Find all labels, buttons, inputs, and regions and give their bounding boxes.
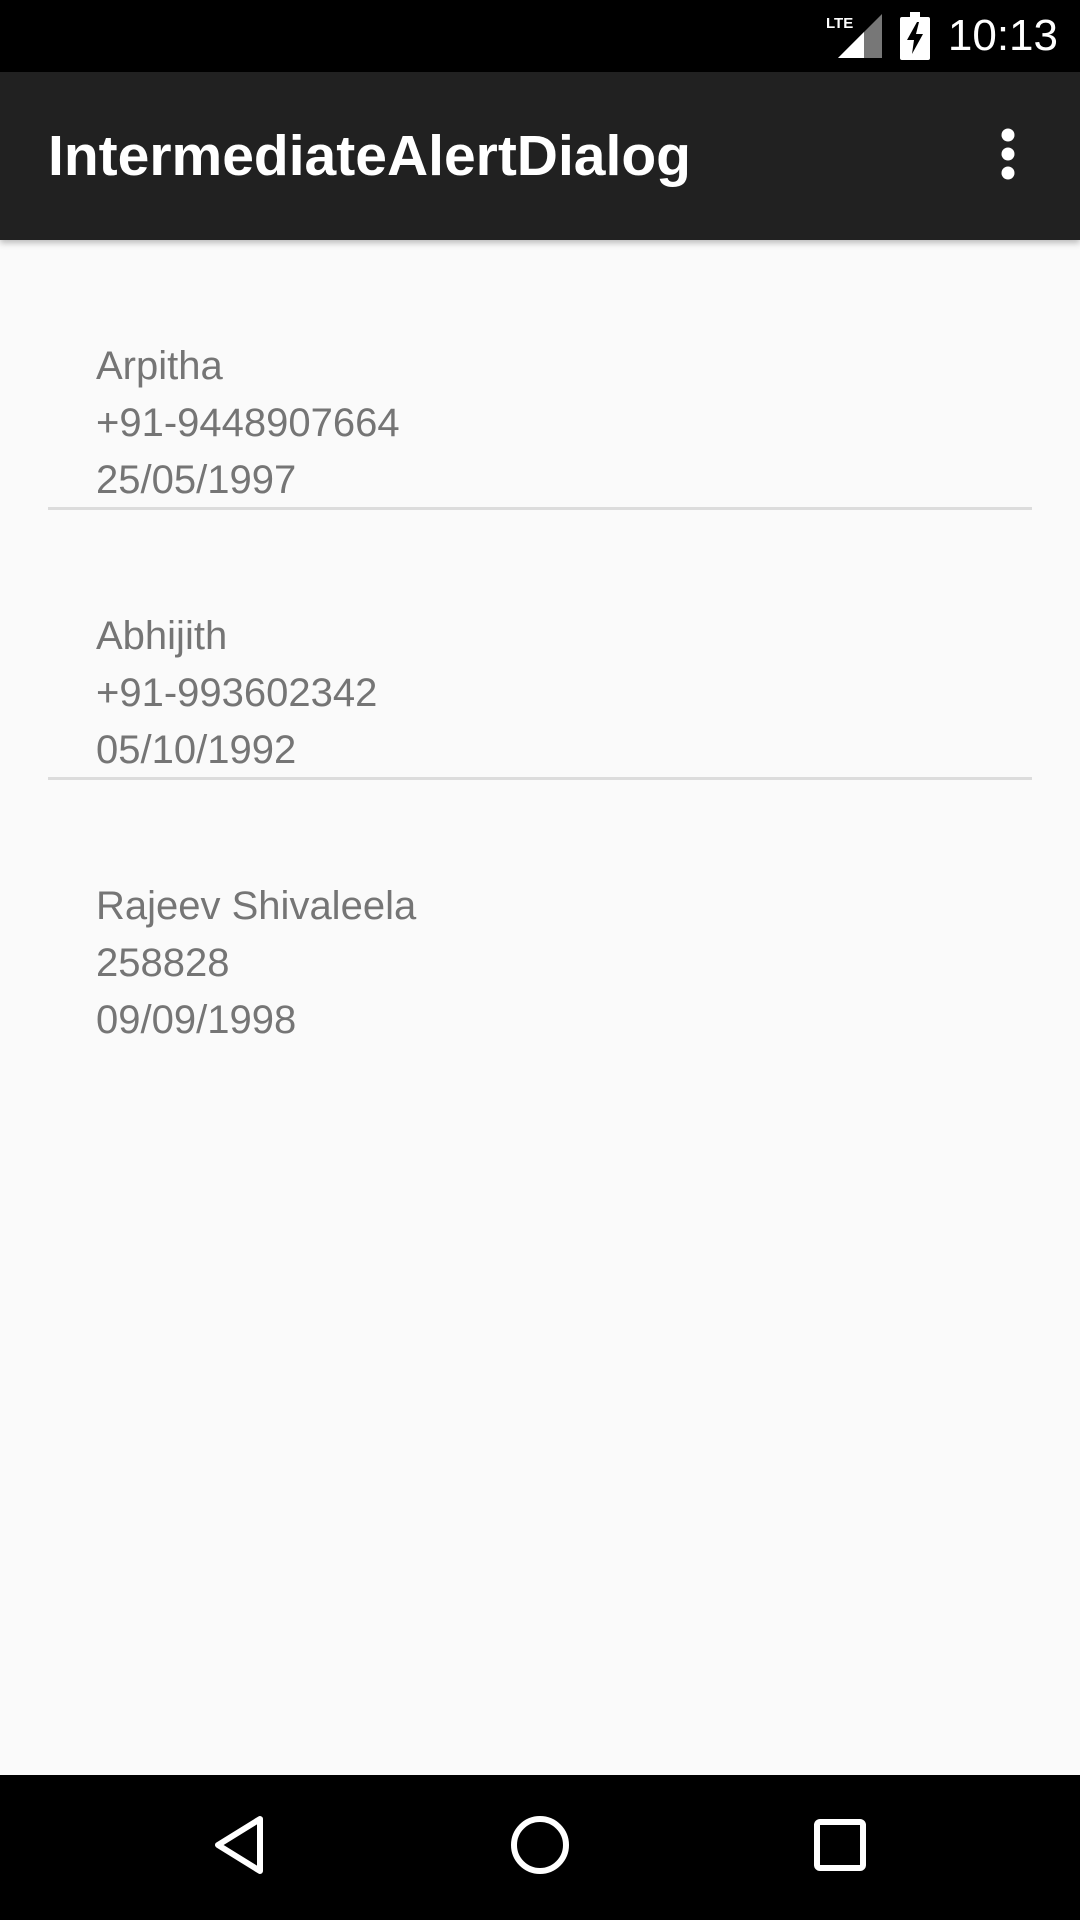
content-area: Arpitha +91-9448907664 25/05/1997 Abhiji… — [0, 240, 1080, 1775]
contact-phone: +91-993602342 — [96, 671, 378, 715]
list-item-text: Arpitha +91-9448907664 25/05/1997 — [96, 338, 400, 509]
list-item[interactable]: Arpitha +91-9448907664 25/05/1997 — [48, 240, 1032, 510]
contact-name: Arpitha — [96, 344, 223, 388]
navigation-bar — [0, 1775, 1080, 1920]
back-button[interactable] — [160, 1775, 320, 1920]
contact-phone: 258828 — [96, 941, 230, 985]
status-time: 10:13 — [947, 11, 1058, 60]
recents-square-icon — [812, 1817, 868, 1878]
recents-button[interactable] — [760, 1775, 920, 1920]
app-title: IntermediateAlertDialog — [48, 124, 691, 188]
app-bar: IntermediateAlertDialog — [0, 72, 1080, 240]
back-triangle-icon — [210, 1813, 270, 1882]
status-icons: LTE 10:13 — [826, 0, 1058, 72]
contact-dob: 05/10/1992 — [96, 728, 297, 772]
contact-phone: +91-9448907664 — [96, 401, 400, 445]
battery-charging-icon — [899, 12, 930, 60]
home-circle-icon — [508, 1813, 572, 1882]
more-vert-icon — [998, 128, 1018, 185]
contact-dob: 09/09/1998 — [96, 998, 297, 1042]
list-item[interactable]: Rajeev Shivaleela 258828 09/09/1998 — [48, 780, 1032, 1050]
contact-name: Rajeev Shivaleela — [96, 884, 417, 928]
contact-dob: 25/05/1997 — [96, 458, 297, 502]
lte-signal-icon: LTE — [826, 14, 882, 58]
list-item-text: Abhijith +91-993602342 05/10/1992 — [96, 608, 377, 779]
status-bar: LTE 10:13 — [0, 0, 1080, 72]
home-button[interactable] — [460, 1775, 620, 1920]
list-item-text: Rajeev Shivaleela 258828 09/09/1998 — [96, 878, 416, 1049]
overflow-menu-button[interactable] — [960, 108, 1056, 204]
contact-list: Arpitha +91-9448907664 25/05/1997 Abhiji… — [48, 240, 1032, 1050]
lte-label: LTE — [826, 15, 853, 32]
list-item[interactable]: Abhijith +91-993602342 05/10/1992 — [48, 510, 1032, 780]
contact-name: Abhijith — [96, 614, 228, 658]
